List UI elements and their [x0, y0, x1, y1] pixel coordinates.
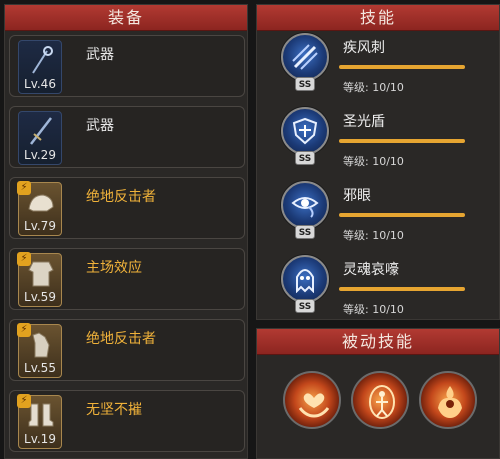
- equipment-slot-4[interactable]: ⚡ Lv.59 主场效应: [9, 248, 245, 310]
- skill-level: 等级: 10/10: [343, 155, 404, 168]
- skill-level: 等级: 10/10: [343, 81, 404, 94]
- burning-warrior-icon[interactable]: [419, 371, 477, 429]
- lightning-badge-icon: ⚡: [17, 252, 31, 266]
- passive-skills-header: 被动技能: [257, 329, 499, 355]
- skill-item-4[interactable]: SS 灵魂哀嚎 等级: 10/10: [281, 255, 500, 325]
- equipment-icon-frame: ⚡ Lv.19: [17, 394, 62, 449]
- staff-icon: [32, 46, 53, 74]
- heart-hands-icon[interactable]: [283, 371, 341, 429]
- lightning-badge-icon: ⚡: [17, 394, 31, 408]
- wind-thrust-icon: [281, 33, 329, 81]
- passive-skills-panel: 被动技能: [256, 328, 500, 459]
- skills-panel: 技能 SS 疾风刺 等级: 10/10 SS 圣光盾 等级: 10/10 SS …: [256, 4, 500, 320]
- equipment-slot-1[interactable]: Lv.46 武器: [9, 35, 245, 97]
- skill-name: 邪眼: [343, 188, 371, 204]
- equipment-level: Lv.29: [24, 148, 56, 162]
- equipment-icon-frame: Lv.29: [18, 111, 62, 165]
- equipment-slot-3[interactable]: ⚡ Lv.79 绝地反击者: [9, 177, 245, 239]
- equipment-name: 无坚不摧: [86, 402, 142, 418]
- rank-badge: SS: [295, 77, 315, 91]
- equipment-name: 武器: [86, 118, 114, 134]
- skill-progress-bar: [339, 213, 465, 217]
- skill-name: 灵魂哀嚎: [343, 262, 399, 278]
- skill-item-3[interactable]: SS 邪眼 等级: 10/10: [281, 181, 500, 251]
- equipment-name: 武器: [86, 47, 114, 63]
- skill-name: 圣光盾: [343, 114, 385, 130]
- equipment-slot-6[interactable]: ⚡ Lv.19 无坚不摧: [9, 390, 245, 452]
- skill-level: 等级: 10/10: [343, 229, 404, 242]
- equipment-header: 装备: [5, 5, 247, 31]
- flame-figure-icon[interactable]: [351, 371, 409, 429]
- rank-badge: SS: [295, 151, 315, 165]
- equipment-name: 主场效应: [86, 260, 142, 276]
- equipment-level: Lv.59: [24, 290, 56, 304]
- equipment-level: Lv.79: [24, 219, 56, 233]
- equipment-name: 绝地反击者: [86, 189, 156, 205]
- rank-badge: SS: [295, 225, 315, 239]
- skill-progress-bar: [339, 65, 465, 69]
- skill-level: 等级: 10/10: [343, 303, 404, 316]
- lightning-badge-icon: ⚡: [17, 323, 31, 337]
- equipment-level: Lv.46: [24, 77, 56, 91]
- equipment-level: Lv.55: [24, 361, 56, 375]
- equipment-icon-frame: ⚡ Lv.59: [17, 252, 62, 307]
- sword-icon: [30, 117, 52, 145]
- holy-shield-icon: [281, 107, 329, 155]
- equipment-level: Lv.19: [24, 432, 56, 446]
- equipment-slot-5[interactable]: ⚡ Lv.55 绝地反击者: [9, 319, 245, 381]
- equipment-name: 绝地反击者: [86, 331, 156, 347]
- skill-item-1[interactable]: SS 疾风刺 等级: 10/10: [281, 33, 500, 103]
- evil-eye-icon: [281, 181, 329, 229]
- soul-wail-icon: [281, 255, 329, 303]
- equipment-slot-2[interactable]: Lv.29 武器: [9, 106, 245, 168]
- equipment-icon-frame: Lv.46: [18, 40, 62, 94]
- lightning-badge-icon: ⚡: [17, 181, 31, 195]
- skills-header: 技能: [257, 5, 499, 31]
- equipment-icon-frame: ⚡ Lv.55: [17, 323, 62, 378]
- equipment-icon-frame: ⚡ Lv.79: [17, 181, 62, 236]
- skill-progress-bar: [339, 139, 465, 143]
- equipment-panel: 装备 Lv.46 武器 Lv.29 武器 ⚡ Lv.79 绝地反击者 ⚡ Lv.…: [4, 4, 248, 459]
- rank-badge: SS: [295, 299, 315, 313]
- skill-name: 疾风刺: [343, 40, 385, 56]
- skill-item-2[interactable]: SS 圣光盾 等级: 10/10: [281, 107, 500, 177]
- skill-progress-bar: [339, 287, 465, 291]
